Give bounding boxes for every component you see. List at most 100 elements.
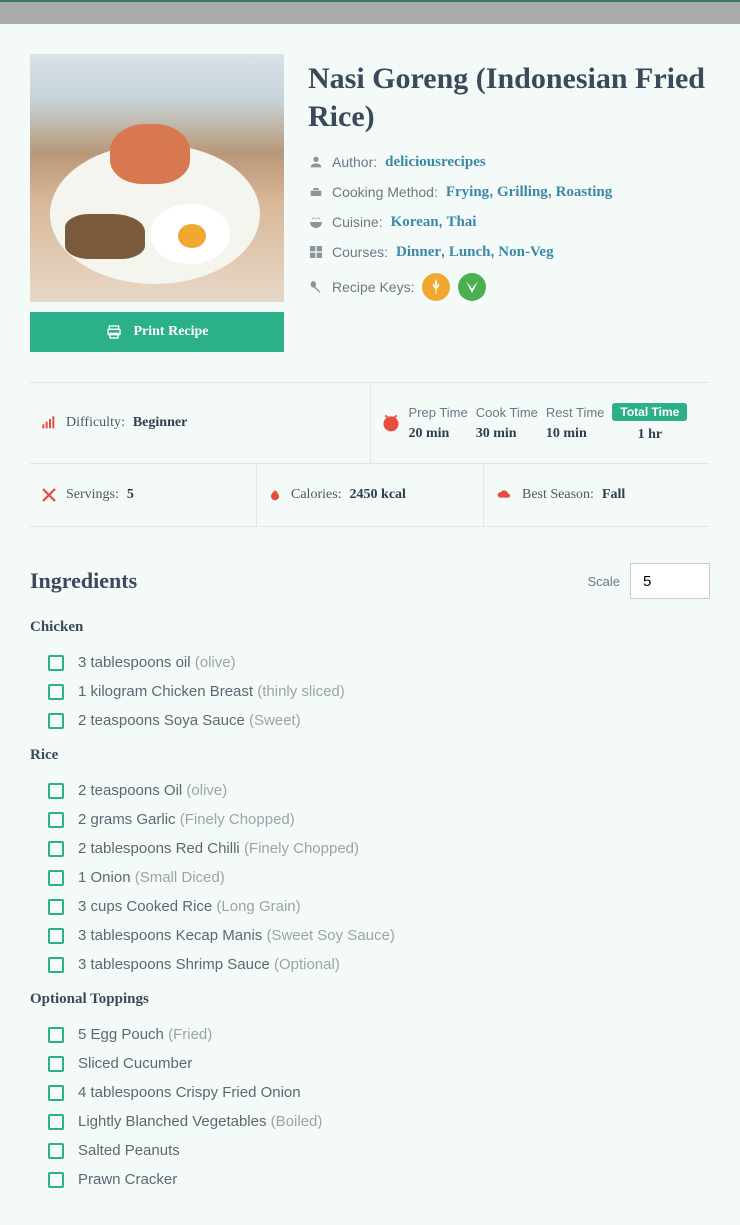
cuisine-link[interactable]: Thai	[446, 214, 476, 230]
ingredient-text: 2 teaspoons Oil (olive)	[78, 782, 227, 799]
ingredients-heading: Ingredients	[30, 568, 137, 594]
ingredient-item: 3 tablespoons Shrimp Sauce (Optional)	[48, 950, 710, 979]
person-icon	[308, 154, 324, 170]
time-cell: Prep Time 20 min Cook Time 30 min Rest T…	[371, 383, 711, 463]
cuisine-label: Cuisine:	[332, 214, 383, 230]
ingredient-item: Sliced Cucumber	[48, 1049, 710, 1078]
ingredient-note: (Sweet Soy Sauce)	[266, 927, 394, 944]
ingredient-note: (olive)	[186, 782, 227, 799]
season-cell: Best Season: Fall	[484, 464, 710, 526]
ingredient-text: Prawn Cracker	[78, 1171, 177, 1188]
cuisine-links: Korean, Thai	[391, 213, 477, 231]
ingredient-group-title: Chicken	[30, 619, 710, 636]
ingredient-list: 3 tablespoons oil (olive) 1 kilogram Chic…	[30, 648, 710, 735]
page-container: Print Recipe Nasi Goreng (Indonesian Fri…	[0, 24, 740, 1224]
ingredient-item: 5 Egg Pouch (Fried)	[48, 1020, 710, 1049]
ingredient-item: Salted Peanuts	[48, 1136, 710, 1165]
ingredient-checkbox[interactable]	[48, 957, 64, 973]
total-time-block: Total Time 1 hr	[612, 403, 687, 443]
rest-value: 10 min	[546, 426, 605, 442]
ingredient-item: 3 cups Cooked Rice (Long Grain)	[48, 892, 710, 921]
wheat-badge-icon[interactable]	[422, 273, 450, 301]
meta-column: Nasi Goreng (Indonesian Fried Rice) Auth…	[308, 54, 710, 352]
utensils-icon	[40, 486, 58, 504]
ingredient-item: 3 tablespoons Kecap Manis (Sweet Soy Sau…	[48, 921, 710, 950]
ingredient-checkbox[interactable]	[48, 870, 64, 886]
scale-control: Scale	[587, 563, 710, 599]
course-link[interactable]: Non-Veg	[498, 244, 553, 260]
ingredient-note: (Optional)	[274, 956, 340, 973]
recipe-photo	[30, 54, 284, 302]
bowl-icon	[308, 214, 324, 230]
ingredient-text: 2 teaspoons Soya Sauce (Sweet)	[78, 712, 301, 729]
info-bar-1: Difficulty: Beginner Prep Time 20 min Co…	[30, 382, 710, 464]
ingredient-text: 3 tablespoons oil (olive)	[78, 654, 236, 671]
prep-label: Prep Time	[409, 405, 468, 420]
ingredient-text: Lightly Blanched Vegetables (Boiled)	[78, 1113, 322, 1130]
keys-label: Recipe Keys:	[332, 279, 414, 295]
browser-top-bar	[0, 0, 740, 24]
ingredient-checkbox[interactable]	[48, 1114, 64, 1130]
method-link[interactable]: Frying	[446, 184, 489, 200]
ingredient-note: (Sweet)	[249, 712, 301, 729]
clock-icon	[381, 413, 401, 433]
method-label: Cooking Method:	[332, 184, 438, 200]
ingredient-note: (olive)	[195, 654, 236, 671]
difficulty-cell: Difficulty: Beginner	[30, 383, 371, 463]
cook-label: Cook Time	[476, 405, 538, 420]
ingredient-note: (Boiled)	[271, 1113, 323, 1130]
total-label: Total Time	[612, 403, 687, 421]
ingredient-checkbox[interactable]	[48, 1027, 64, 1043]
pot-icon	[308, 184, 324, 200]
vegan-badge-icon[interactable]	[458, 273, 486, 301]
calories-cell: Calories: 2450 kcal	[257, 464, 484, 526]
ingredient-text: 4 tablespoons Crispy Fried Onion	[78, 1084, 301, 1101]
scale-input[interactable]	[630, 563, 710, 599]
ingredient-text: 1 Onion (Small Diced)	[78, 869, 225, 886]
ingredient-checkbox[interactable]	[48, 1143, 64, 1159]
image-column: Print Recipe	[30, 54, 284, 352]
ingredient-note: (Long Grain)	[216, 898, 300, 915]
ingredient-checkbox[interactable]	[48, 928, 64, 944]
ingredient-text: 3 cups Cooked Rice (Long Grain)	[78, 898, 301, 915]
course-link[interactable]: Dinner	[396, 244, 441, 260]
method-links: Frying, Grilling, Roasting	[446, 183, 612, 201]
print-icon	[105, 324, 123, 340]
ingredient-text: 3 tablespoons Kecap Manis (Sweet Soy Sau…	[78, 927, 395, 944]
ingredient-checkbox[interactable]	[48, 1085, 64, 1101]
print-recipe-button[interactable]: Print Recipe	[30, 312, 284, 352]
ingredient-text: 3 tablespoons Shrimp Sauce (Optional)	[78, 956, 340, 973]
ingredient-text: 2 tablespoons Red Chilli (Finely Chopped…	[78, 840, 359, 857]
servings-value: 5	[127, 487, 134, 503]
author-link[interactable]: deliciousrecipes	[385, 154, 486, 170]
cuisine-link[interactable]: Korean	[391, 214, 439, 230]
ingredient-list: 5 Egg Pouch (Fried)Sliced Cucumber 4 tabl…	[30, 1020, 710, 1194]
course-link[interactable]: Lunch	[449, 244, 491, 260]
bars-icon	[40, 415, 58, 431]
ingredient-checkbox[interactable]	[48, 1172, 64, 1188]
cook-time-block: Cook Time 30 min	[476, 405, 538, 442]
ingredient-checkbox[interactable]	[48, 899, 64, 915]
ingredient-checkbox[interactable]	[48, 783, 64, 799]
ingredient-item: 2 tablespoons Red Chilli (Finely Chopped…	[48, 834, 710, 863]
total-value: 1 hr	[638, 427, 663, 443]
ingredient-item: 3 tablespoons oil (olive)	[48, 648, 710, 677]
ingredient-item: 4 tablespoons Crispy Fried Onion	[48, 1078, 710, 1107]
method-link[interactable]: Roasting	[556, 184, 613, 200]
ingredient-checkbox[interactable]	[48, 1056, 64, 1072]
ingredient-text: Salted Peanuts	[78, 1142, 180, 1159]
ingredient-checkbox[interactable]	[48, 684, 64, 700]
ingredient-checkbox[interactable]	[48, 812, 64, 828]
prep-time-block: Prep Time 20 min	[409, 405, 468, 442]
ingredient-item: 2 teaspoons Oil (olive)	[48, 776, 710, 805]
ingredient-item: 1 Onion (Small Diced)	[48, 863, 710, 892]
difficulty-value: Beginner	[133, 415, 187, 431]
ingredient-item: Lightly Blanched Vegetables (Boiled)	[48, 1107, 710, 1136]
courses-label: Courses:	[332, 244, 388, 260]
ingredient-checkbox[interactable]	[48, 655, 64, 671]
method-link[interactable]: Grilling	[497, 184, 548, 200]
ingredient-text: 1 kilogram Chicken Breast (thinly sliced…	[78, 683, 345, 700]
ingredient-note: (Fried)	[168, 1026, 212, 1043]
ingredient-checkbox[interactable]	[48, 713, 64, 729]
ingredient-checkbox[interactable]	[48, 841, 64, 857]
